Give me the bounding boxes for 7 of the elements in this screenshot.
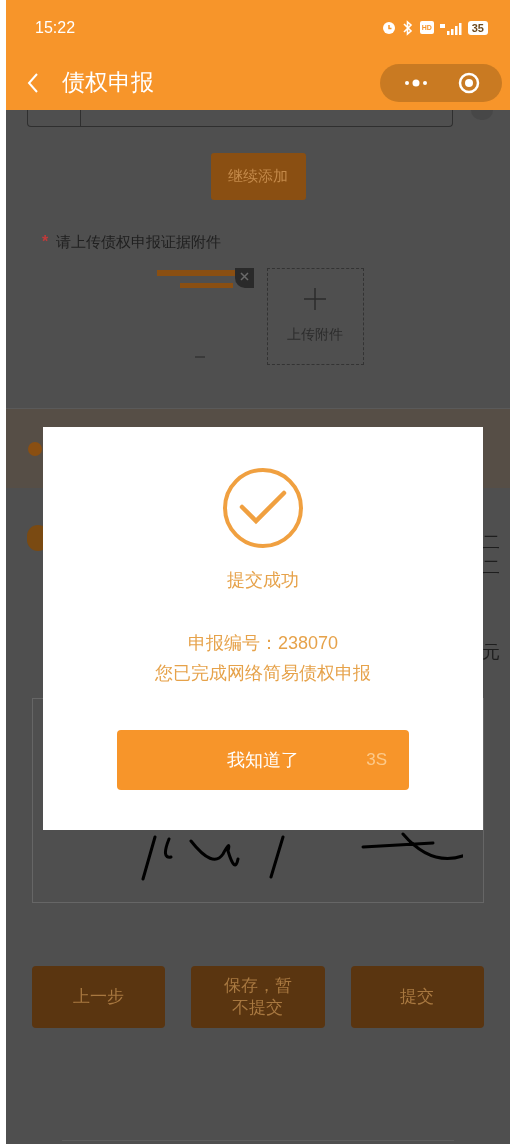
page-title: 债权申报 <box>62 68 154 98</box>
dialog-message: 您已完成网络简易债权申报 <box>155 662 371 685</box>
report-number: 申报编号：238070 <box>187 632 339 655</box>
battery-level: 35 <box>467 20 488 35</box>
dialog-title: 提交成功 <box>227 569 299 592</box>
required-mark: * <box>42 232 49 252</box>
status-time: 15:22 <box>35 17 76 38</box>
